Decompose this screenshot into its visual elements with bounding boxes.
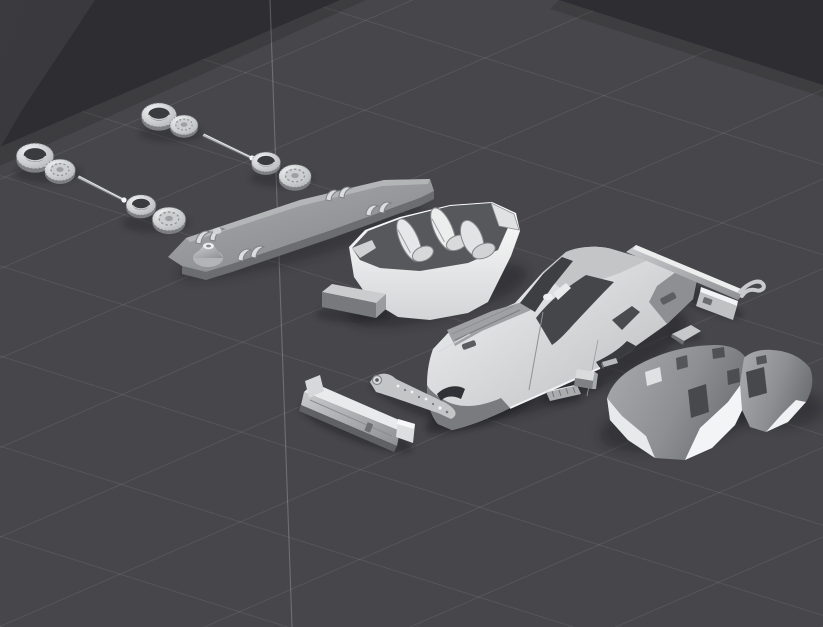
cover-slot (712, 347, 725, 359)
viewport-3d[interactable] (0, 0, 823, 627)
cover-slot (746, 367, 767, 398)
cover-slot (727, 368, 740, 385)
part-small-box[interactable] (574, 369, 598, 389)
mirror (543, 294, 553, 301)
wheel-rim (152, 207, 185, 234)
cover-slot (688, 384, 709, 418)
tire (126, 195, 156, 218)
bracket-hook (740, 282, 764, 296)
wheel-rim (279, 165, 311, 191)
part-axle-assembly-2[interactable] (16, 143, 185, 234)
scene-canvas[interactable] (0, 0, 823, 627)
tire (252, 152, 281, 175)
axle-rod (78, 176, 127, 203)
horizon-shade-right (550, 0, 823, 97)
wheel-rim (45, 159, 76, 184)
axle-rod (203, 134, 255, 161)
part-axle-assembly-1[interactable] (142, 103, 312, 191)
rod-end-cap (121, 197, 126, 202)
wheel-rim (170, 115, 198, 138)
z-axis-line (270, 0, 292, 627)
